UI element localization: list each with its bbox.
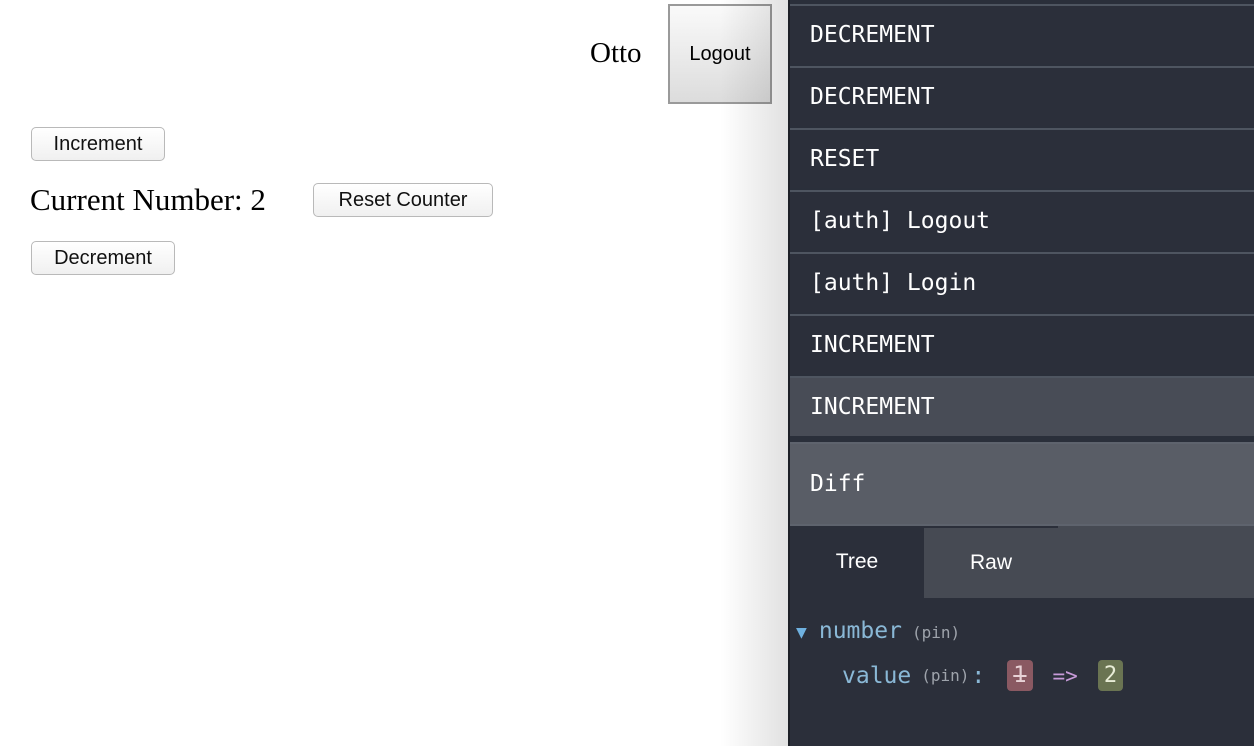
caret-down-icon[interactable]: ▼ <box>796 622 807 643</box>
diff-tree-view: ▼ number (pin) value (pin) : 1 => 2 <box>790 598 1254 746</box>
tab-diff[interactable]: Diff <box>790 442 1254 526</box>
pin-button[interactable]: (pin) <box>912 623 960 642</box>
devtools-shadow <box>720 0 790 746</box>
action-item[interactable]: RESET <box>790 128 1254 188</box>
action-item[interactable]: DECREMENT <box>790 4 1254 64</box>
subtab-raw[interactable]: Raw <box>924 526 1058 598</box>
action-item-selected[interactable]: INCREMENT <box>790 376 1254 436</box>
diff-arrow: => <box>1052 663 1078 688</box>
increment-button[interactable]: Increment <box>31 127 165 161</box>
reset-counter-button[interactable]: Reset Counter <box>313 183 493 217</box>
subtab-bar: Tree Raw <box>790 526 1254 598</box>
action-item[interactable]: INCREMENT <box>790 314 1254 374</box>
decrement-button[interactable]: Decrement <box>31 241 175 275</box>
user-name: Otto <box>590 37 642 69</box>
counter-app: Otto Logout Increment Current Number: 2 … <box>0 0 790 746</box>
tree-node-value: value (pin) : 1 => 2 <box>842 660 1124 691</box>
action-item[interactable]: DECREMENT <box>790 66 1254 126</box>
pin-button[interactable]: (pin) <box>921 666 969 685</box>
action-item[interactable]: [auth] Logout <box>790 190 1254 250</box>
subtab-tree[interactable]: Tree <box>790 526 924 598</box>
colon: : <box>971 662 986 689</box>
current-number: Current Number: 2 <box>30 182 266 217</box>
action-item[interactable]: [auth] Login <box>790 252 1254 312</box>
new-value-badge: 2 <box>1097 660 1124 691</box>
tree-key: value <box>842 662 912 689</box>
redux-devtools-panel: DECREMENT DECREMENT RESET [auth] Logout … <box>788 0 1254 746</box>
old-value-badge: 1 <box>1007 660 1033 691</box>
tree-node-number: ▼ number (pin) <box>796 618 960 644</box>
tree-key: number <box>818 618 902 644</box>
